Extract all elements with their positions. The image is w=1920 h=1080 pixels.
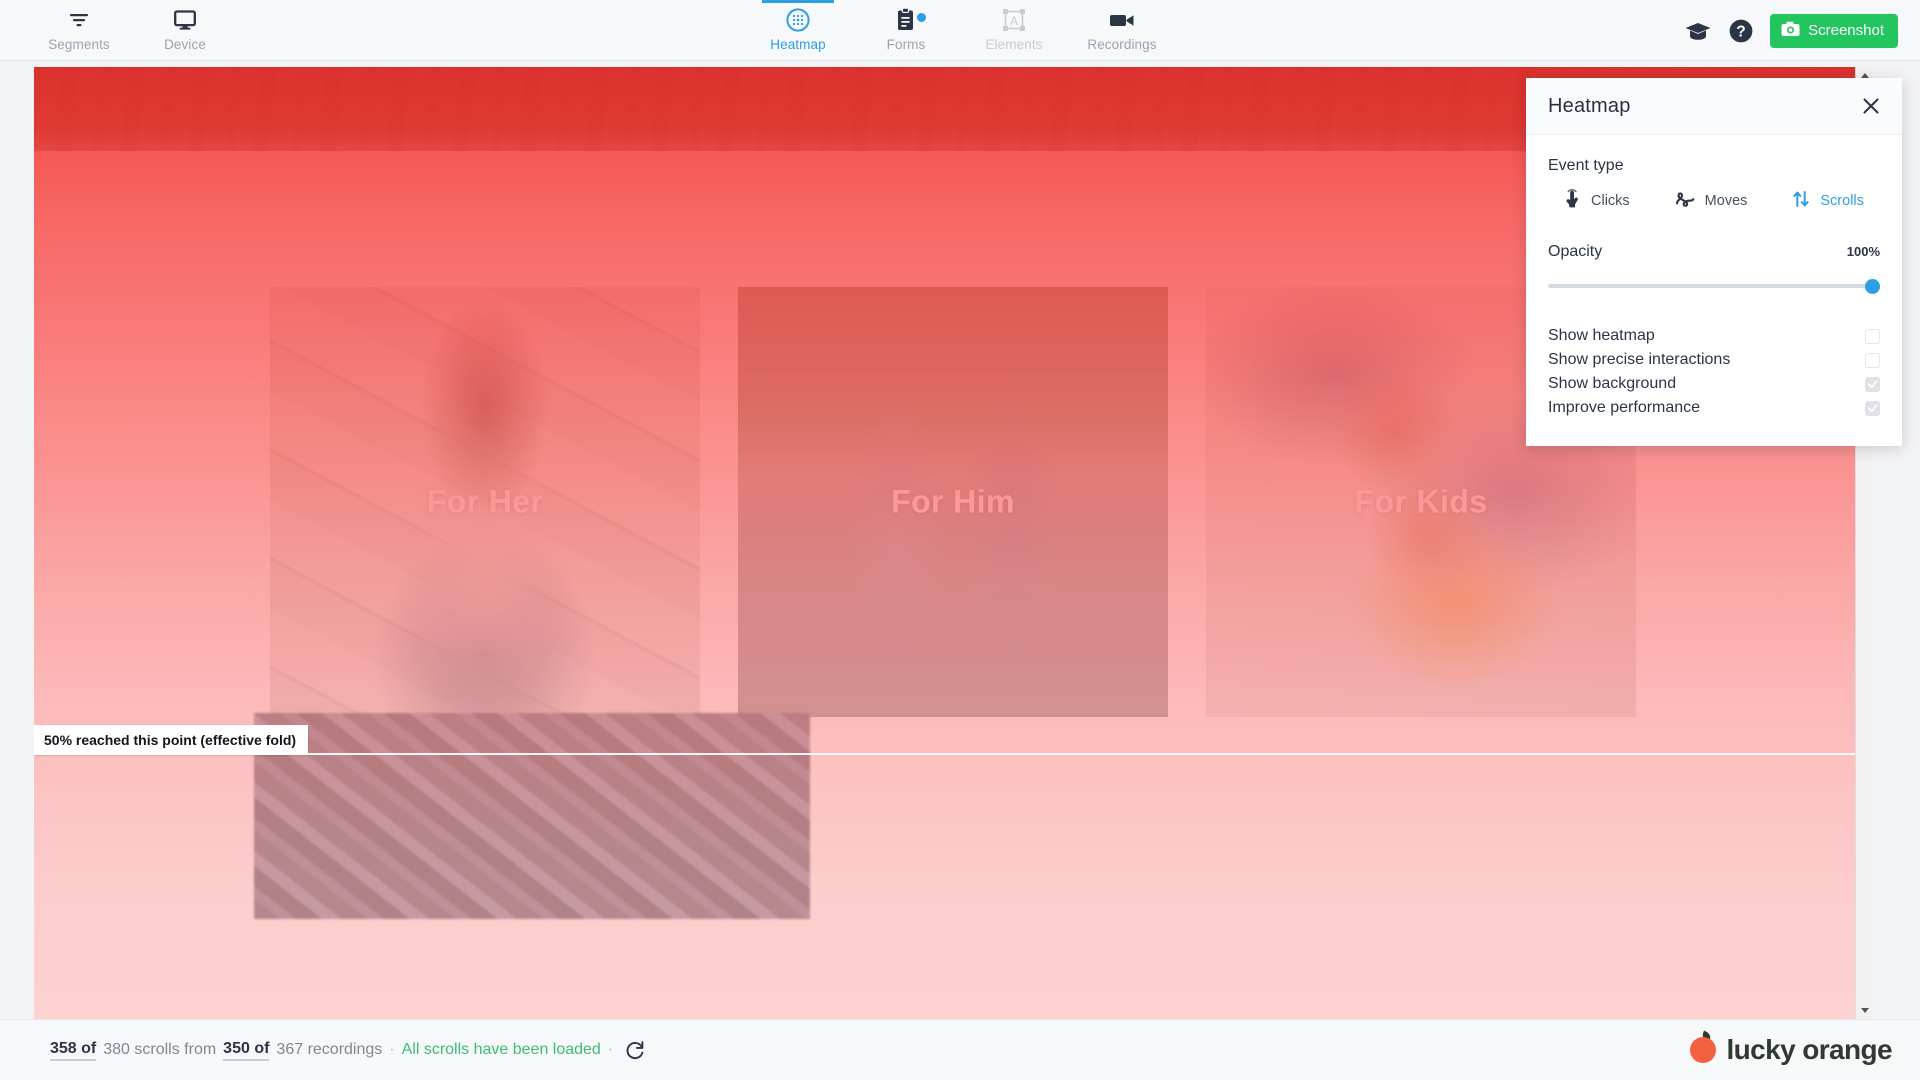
brand-name: lucky orange: [1726, 1034, 1892, 1065]
card-label-for-kids: For Kids: [1354, 483, 1488, 520]
opacity-slider-thumb[interactable]: [1865, 279, 1880, 294]
option-improve-performance-checkbox[interactable]: [1865, 400, 1880, 416]
option-show-heatmap-label: Show heatmap: [1548, 327, 1655, 344]
option-show-heatmap[interactable]: Show heatmap: [1548, 324, 1880, 348]
option-show-background-checkbox[interactable]: [1865, 376, 1880, 392]
monitor-icon: [173, 7, 197, 33]
scrolls-total: 380 scrolls from: [103, 1041, 217, 1058]
preview-stage: For Her For Him For Kids 50% reached thi…: [0, 61, 1920, 1019]
toolbar-item-device[interactable]: Device: [152, 7, 218, 52]
camera-icon: [1781, 21, 1800, 41]
question-circle-icon[interactable]: ?: [1728, 18, 1754, 44]
card-label-for-him: For Him: [891, 483, 1015, 520]
toolbar-item-device-label: Device: [164, 37, 206, 52]
opacity-header: Opacity 100%: [1548, 243, 1880, 261]
scroll-count-status: 358 of 380 scrolls from 350 of 367 recor…: [50, 1039, 646, 1061]
svg-text:?: ?: [1736, 23, 1745, 40]
event-type-scrolls-label: Scrolls: [1820, 193, 1864, 209]
opacity-label: Opacity: [1548, 243, 1603, 260]
denim-fabric-image: [254, 713, 810, 919]
heatmap-settings-panel: Heatmap Event type Clicks Moves Scrolls …: [1526, 78, 1902, 446]
category-card-for-her[interactable]: For Her: [270, 287, 700, 717]
tab-recordings-label: Recordings: [1087, 37, 1157, 52]
event-type-clicks-label: Clicks: [1591, 193, 1630, 209]
effective-fold-tooltip: 50% reached this point (effective fold): [34, 725, 309, 755]
tab-forms[interactable]: Forms: [869, 7, 943, 52]
tab-heatmap-label: Heatmap: [770, 37, 826, 52]
option-show-precise-interactions-checkbox[interactable]: [1865, 352, 1880, 368]
option-show-background[interactable]: Show background: [1548, 372, 1880, 396]
event-type-moves[interactable]: Moves: [1674, 190, 1748, 212]
loaded-message: All scrolls have been loaded: [401, 1041, 601, 1058]
category-card-for-him[interactable]: For Him: [738, 287, 1168, 717]
filter-icon: [68, 7, 90, 33]
tab-recordings[interactable]: Recordings: [1085, 7, 1159, 52]
screenshot-button[interactable]: Screenshot: [1770, 13, 1898, 48]
tab-forms-label: Forms: [886, 37, 926, 52]
up-down-arrows-icon: [1791, 189, 1811, 213]
element-box-icon: A: [1001, 7, 1027, 33]
event-type-moves-label: Moves: [1704, 193, 1748, 209]
option-improve-performance[interactable]: Improve performance: [1548, 396, 1880, 420]
event-type-label: Event type: [1548, 157, 1624, 174]
opacity-value: 100%: [1846, 244, 1880, 259]
video-camera-icon: [1108, 7, 1136, 33]
recordings-counted: 350 of: [223, 1040, 270, 1061]
orange-fruit-icon: [1690, 1030, 1717, 1063]
status-separator-1: ·: [389, 1041, 395, 1058]
pointer-finger-icon: [1564, 189, 1582, 213]
lucky-orange-logo: lucky orange: [1690, 1030, 1893, 1066]
screenshot-button-label: Screenshot: [1808, 22, 1884, 39]
panel-header: Heatmap: [1526, 78, 1902, 135]
card-label-for-her: For Her: [426, 483, 544, 520]
toolbar-left-group: Segments Device: [46, 0, 218, 61]
event-type-options: Clicks Moves Scrolls: [1548, 189, 1880, 213]
tab-elements[interactable]: A Elements: [977, 7, 1051, 52]
panel-body: Event type Clicks Moves Scrolls Opacity …: [1526, 135, 1902, 446]
clipboard-icon: [895, 7, 917, 33]
toolbar-item-segments-label: Segments: [48, 37, 110, 52]
option-show-precise-interactions[interactable]: Show precise interactions: [1548, 348, 1880, 372]
tab-elements-label: Elements: [985, 37, 1043, 52]
option-show-background-label: Show background: [1548, 375, 1677, 392]
display-options-list: Show heatmap Show precise interactions S…: [1548, 324, 1880, 420]
forms-notification-badge: [917, 13, 926, 22]
top-toolbar: Segments Device Heatmap Forms A Elements…: [0, 0, 1920, 61]
status-separator-2: ·: [607, 1041, 614, 1058]
opacity-slider[interactable]: [1548, 278, 1880, 294]
toolbar-tabs: Heatmap Forms A Elements Recordings: [761, 0, 1159, 61]
tab-heatmap[interactable]: Heatmap: [761, 7, 835, 52]
opacity-slider-track: [1548, 284, 1880, 288]
graduation-cap-icon[interactable]: [1684, 20, 1712, 42]
scrolls-counted: 358 of: [50, 1040, 97, 1061]
option-show-precise-interactions-label: Show precise interactions: [1548, 351, 1731, 368]
event-type-scrolls[interactable]: Scrolls: [1791, 189, 1864, 213]
status-bar: 358 of 380 scrolls from 350 of 367 recor…: [0, 1019, 1920, 1080]
close-icon[interactable]: [1861, 96, 1881, 116]
recordings-total: 367 recordings: [276, 1041, 383, 1058]
toolbar-item-segments[interactable]: Segments: [46, 7, 112, 52]
heatmap-icon: [785, 7, 811, 33]
toolbar-right-group: ? Screenshot: [1684, 0, 1898, 61]
option-improve-performance-label: Improve performance: [1548, 399, 1701, 416]
scroll-down-arrow-icon[interactable]: [1856, 1002, 1872, 1019]
svg-text:A: A: [1010, 14, 1018, 28]
panel-title: Heatmap: [1548, 94, 1631, 117]
event-type-clicks[interactable]: Clicks: [1564, 189, 1630, 213]
refresh-icon[interactable]: [624, 1039, 646, 1061]
squiggle-icon: [1674, 190, 1696, 212]
option-show-heatmap-checkbox[interactable]: [1865, 328, 1880, 344]
